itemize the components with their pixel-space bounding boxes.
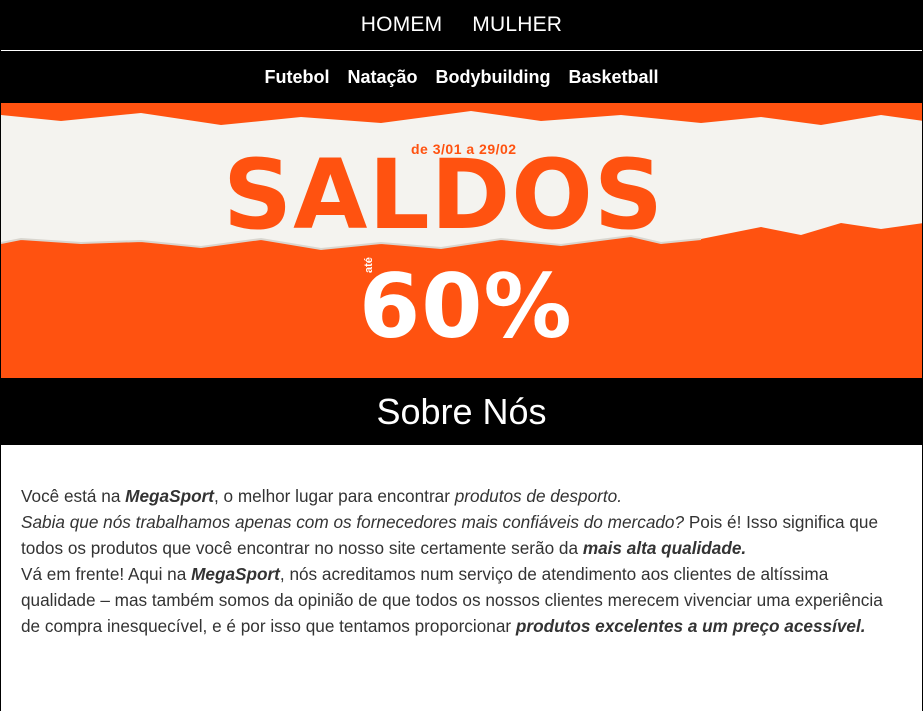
sale-banner[interactable]: de 3/01 a 29/02 SALDOS até 60% <box>1 103 922 378</box>
emphasis: produtos de desporto. <box>454 486 622 506</box>
strong-emphasis: produtos excelentes a um preço acessível… <box>515 616 866 636</box>
category-nav: Futebol Natação Bodybuilding Basketball <box>1 51 922 103</box>
page: HOMEM MULHER Futebol Natação Bodybuildin… <box>0 0 923 711</box>
text: Você está na <box>21 486 126 506</box>
primary-nav: HOMEM MULHER <box>1 0 922 50</box>
about-title: Sobre Nós <box>376 390 547 432</box>
nav-link-mulher[interactable]: MULHER <box>472 13 562 37</box>
discount-value: 60% <box>359 255 573 358</box>
brand-name: MegaSport <box>191 564 280 584</box>
brand-name: MegaSport <box>125 486 214 506</box>
nav-link-bodybuilding[interactable]: Bodybuilding <box>436 67 551 88</box>
about-content: Você está na MegaSport, o melhor lugar p… <box>1 445 922 639</box>
emphasis: Sabia que nós trabalhamos apenas com os … <box>21 512 685 532</box>
about-paragraph-3: Vá em frente! Aqui na MegaSport, nós acr… <box>21 561 902 639</box>
nav-link-futebol[interactable]: Futebol <box>264 67 329 88</box>
about-paragraph-1: Você está na MegaSport, o melhor lugar p… <box>21 483 902 509</box>
text: , o melhor lugar para encontrar <box>213 486 455 506</box>
about-paragraph-2: Sabia que nós trabalhamos apenas com os … <box>21 509 902 561</box>
nav-link-natacao[interactable]: Natação <box>347 67 417 88</box>
text: Vá em frente! Aqui na <box>21 564 192 584</box>
nav-link-basketball[interactable]: Basketball <box>568 67 658 88</box>
strong-emphasis: mais alta qualidade. <box>582 538 747 558</box>
nav-link-homem[interactable]: HOMEM <box>361 13 443 37</box>
about-header: Sobre Nós <box>1 378 922 445</box>
sale-headline: SALDOS <box>223 139 665 251</box>
